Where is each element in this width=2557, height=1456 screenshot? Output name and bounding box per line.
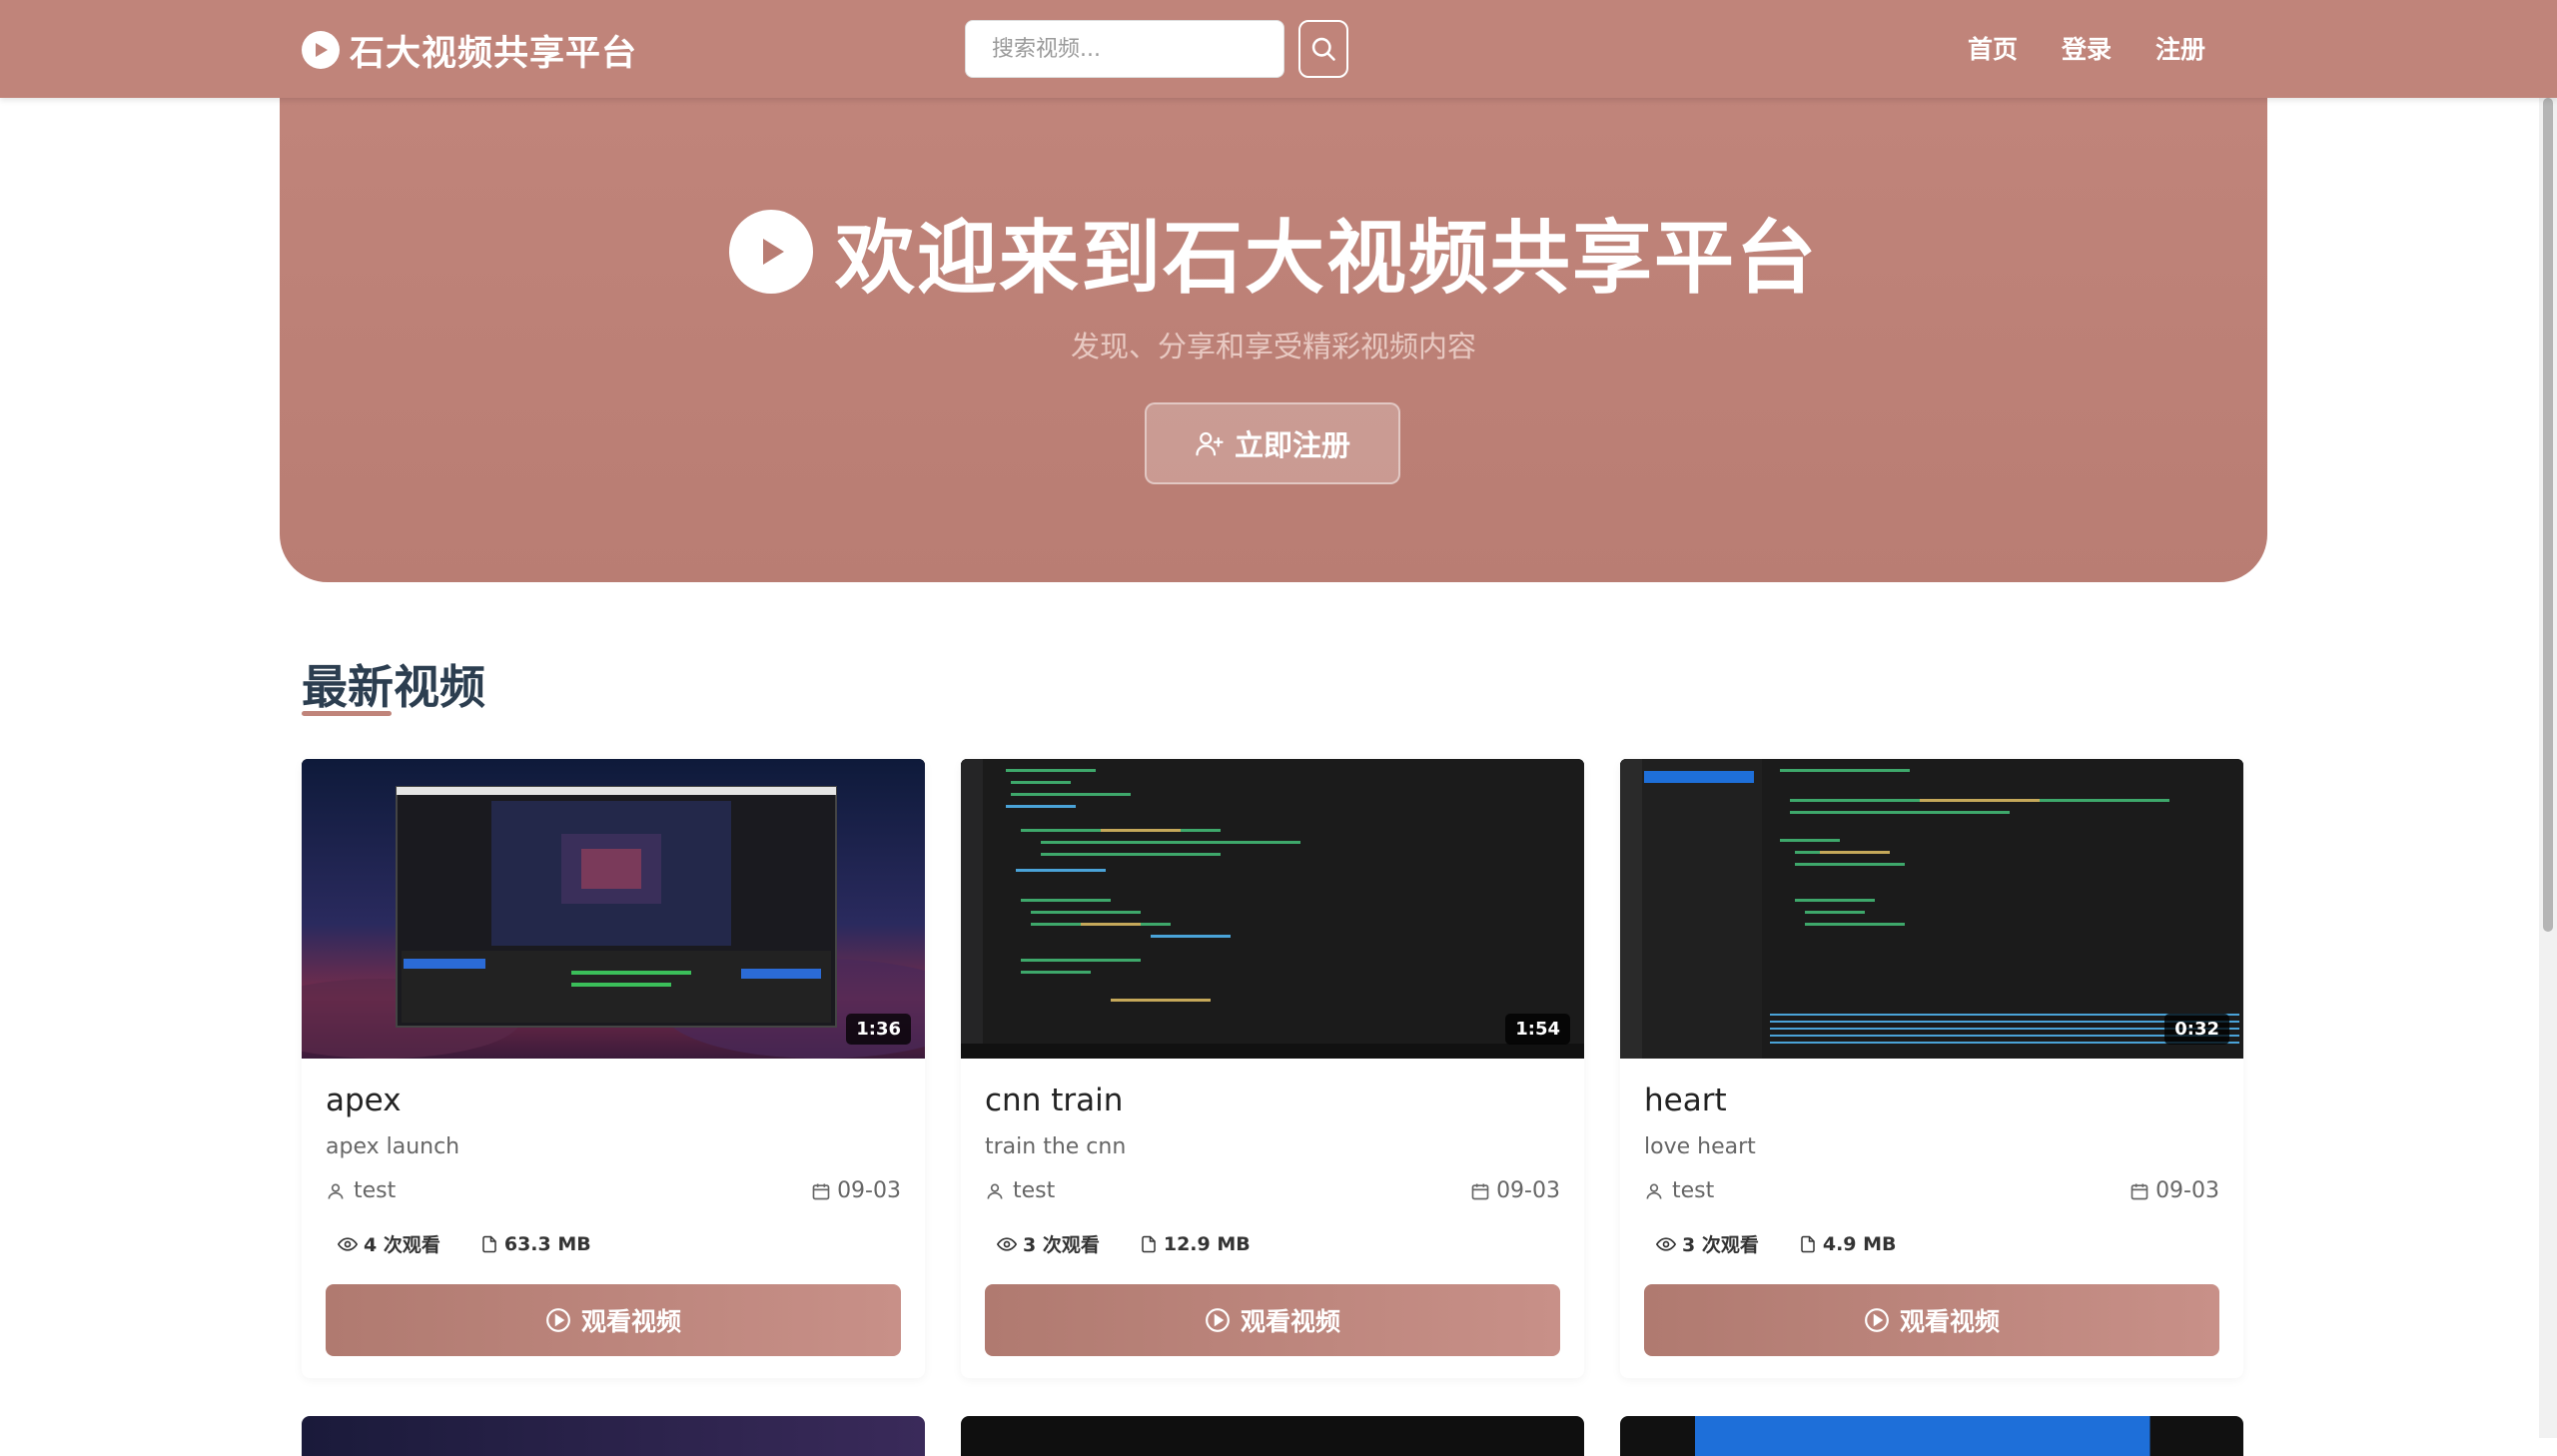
video-duration: 0:32 <box>2164 1014 2229 1045</box>
play-circle-icon <box>1865 1308 1889 1332</box>
user-icon <box>328 1183 344 1199</box>
eye-icon <box>997 1236 1017 1251</box>
brand-name: 石大视频共享平台 <box>350 33 638 74</box>
hero-banner: 欢迎来到石大视频共享平台 发现、分享和享受精彩视频内容 立即注册 <box>280 98 2267 582</box>
nav-login[interactable]: 登录 <box>2062 30 2112 70</box>
date-text: 09-03 <box>837 1178 901 1203</box>
file-icon <box>1142 1235 1156 1252</box>
video-description: train the cnn <box>985 1134 1127 1159</box>
user-plus-icon <box>1196 431 1224 456</box>
video-duration: 1:54 <box>1505 1014 1570 1045</box>
video-date: 09-03 <box>2130 1178 2219 1203</box>
video-uploader: test <box>1644 1178 1714 1203</box>
view-count-text: 4 次观看 <box>364 1234 440 1256</box>
file-size: 63.3 MB <box>480 1230 591 1257</box>
search-button[interactable] <box>1298 20 1348 78</box>
video-duration: 1:36 <box>846 1014 911 1045</box>
calendar-icon <box>2131 1183 2148 1199</box>
view-count-text: 3 次观看 <box>1023 1234 1100 1256</box>
brand[interactable]: 石大视频共享平台 <box>302 27 638 74</box>
video-card: 1:36 apex apex launch test 09-03 4 次观看 6… <box>302 759 925 1378</box>
view-count-text: 3 次观看 <box>1682 1234 1759 1256</box>
video-thumbnail-partial[interactable] <box>302 1416 925 1456</box>
scrollbar-thumb[interactable] <box>2543 98 2553 932</box>
section-title: 最新视频 <box>302 660 485 714</box>
nav-links: 首页 登录 注册 <box>1968 30 2205 70</box>
file-size-text: 4.9 MB <box>1822 1232 1897 1255</box>
video-title[interactable]: cnn train <box>985 1083 1123 1118</box>
watch-video-button[interactable]: 观看视频 <box>1644 1284 2219 1356</box>
watch-video-button[interactable]: 观看视频 <box>326 1284 901 1356</box>
view-count: 3 次观看 <box>997 1230 1100 1257</box>
video-thumbnail[interactable]: 1:54 <box>961 759 1584 1059</box>
eye-icon <box>1656 1236 1676 1251</box>
uploader-name: test <box>1013 1178 1056 1203</box>
register-now-label: 立即注册 <box>1234 428 1350 462</box>
file-size: 4.9 MB <box>1799 1230 1897 1257</box>
watch-video-label: 观看视频 <box>580 1307 681 1336</box>
calendar-icon <box>812 1183 830 1199</box>
video-title[interactable]: heart <box>1644 1083 1727 1118</box>
video-title[interactable]: apex <box>326 1083 402 1118</box>
video-thumbnail-partial[interactable] <box>1620 1416 2243 1456</box>
uploader-name: test <box>354 1178 397 1203</box>
play-circle-icon <box>729 210 813 294</box>
video-card: 0:32 heart love heart test 09-03 3 次观看 4… <box>1620 759 2243 1378</box>
watch-video-label: 观看视频 <box>1240 1307 1340 1336</box>
video-description: love heart <box>1644 1134 1756 1159</box>
video-uploader: test <box>985 1178 1055 1203</box>
video-date: 09-03 <box>811 1178 901 1203</box>
video-stats: 4 次观看 63.3 MB <box>338 1230 591 1257</box>
view-count: 3 次观看 <box>1656 1230 1759 1257</box>
video-uploader: test <box>326 1178 396 1203</box>
view-count: 4 次观看 <box>338 1230 440 1257</box>
search-icon <box>1311 37 1335 61</box>
watch-video-button[interactable]: 观看视频 <box>985 1284 1560 1356</box>
file-size: 12.9 MB <box>1140 1230 1251 1257</box>
play-circle-icon <box>302 31 340 69</box>
hero-subtitle: 发现、分享和享受精彩视频内容 <box>1070 330 1476 364</box>
video-thumbnail[interactable]: 1:36 <box>302 759 925 1059</box>
watch-video-label: 观看视频 <box>1899 1307 2000 1336</box>
video-card: 1:54 cnn train train the cnn test 09-03 … <box>961 759 1584 1378</box>
search-input[interactable] <box>965 20 1284 78</box>
video-description: apex launch <box>326 1134 460 1159</box>
user-icon <box>987 1183 1003 1199</box>
eye-icon <box>338 1236 358 1251</box>
file-icon <box>482 1235 496 1252</box>
calendar-icon <box>1471 1183 1489 1199</box>
nav-register[interactable]: 注册 <box>2155 30 2205 70</box>
section-underline <box>302 711 392 716</box>
video-stats: 3 次观看 4.9 MB <box>1656 1230 1897 1257</box>
file-size-text: 63.3 MB <box>503 1232 591 1255</box>
hero-title: 欢迎来到石大视频共享平台 <box>280 194 2267 310</box>
play-circle-icon <box>1206 1308 1230 1332</box>
register-now-button[interactable]: 立即注册 <box>1145 402 1400 484</box>
video-stats: 3 次观看 12.9 MB <box>997 1230 1251 1257</box>
file-size-text: 12.9 MB <box>1163 1232 1251 1255</box>
nav-home[interactable]: 首页 <box>1968 30 2018 70</box>
uploader-name: test <box>1672 1178 1715 1203</box>
video-date: 09-03 <box>1470 1178 1560 1203</box>
navbar: 石大视频共享平台 首页 登录 注册 <box>0 0 2557 98</box>
user-icon <box>1646 1183 1662 1199</box>
video-thumbnail-partial[interactable] <box>961 1416 1584 1456</box>
date-text: 09-03 <box>2155 1178 2219 1203</box>
date-text: 09-03 <box>1496 1178 1560 1203</box>
file-icon <box>1801 1235 1815 1252</box>
video-thumbnail[interactable]: 0:32 <box>1620 759 2243 1059</box>
hero-title-text: 欢迎来到石大视频共享平台 <box>835 212 1818 305</box>
play-circle-icon <box>546 1308 570 1332</box>
